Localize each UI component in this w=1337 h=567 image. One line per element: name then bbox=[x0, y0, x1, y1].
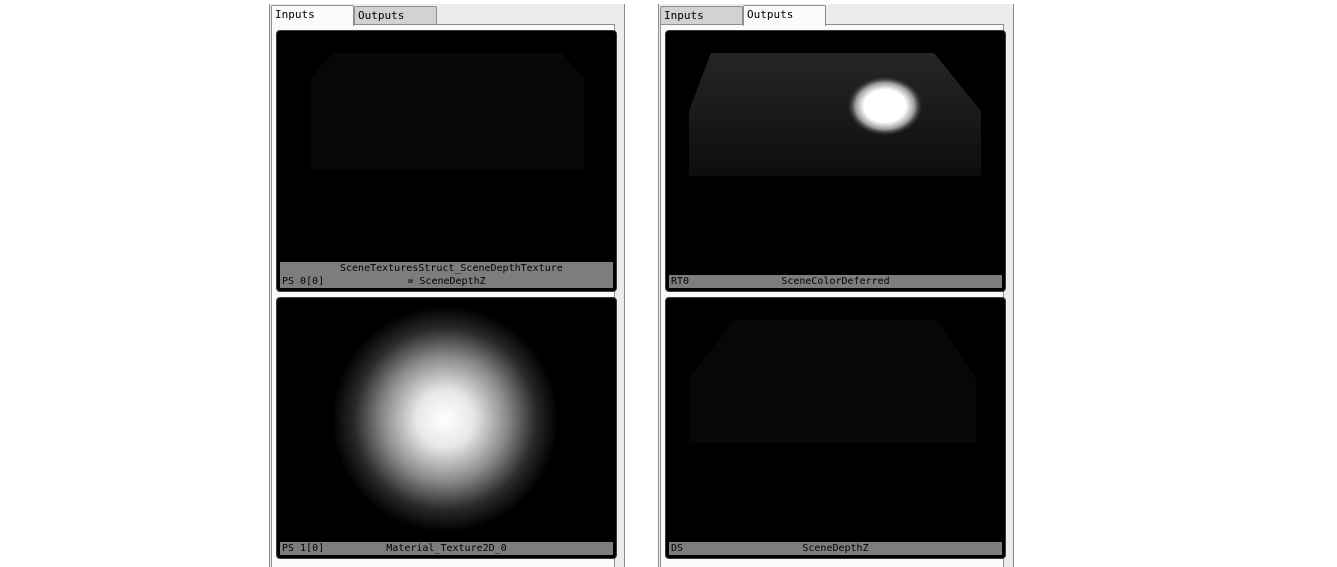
tab-outputs[interactable]: Outputs bbox=[743, 5, 826, 26]
tab-inputs[interactable]: Inputs bbox=[660, 6, 743, 25]
thumbnail-caption: PS 0[0] SceneTexturesStruct_SceneDepthTe… bbox=[280, 262, 613, 288]
gradient-preview-image bbox=[332, 306, 558, 532]
texture-thumbnail[interactable]: PS 0[0] SceneTexturesStruct_SceneDepthTe… bbox=[276, 30, 617, 292]
texture-thumbnail[interactable]: RT0 SceneColorDeferred bbox=[665, 30, 1006, 292]
thumbnail-caption: DS SceneDepthZ bbox=[669, 542, 1002, 555]
tab-outputs[interactable]: Outputs bbox=[354, 6, 437, 25]
scene-color-preview-image bbox=[689, 53, 981, 176]
thumbnail-caption: RT0 SceneColorDeferred bbox=[669, 275, 1002, 288]
texture-thumbnail[interactable]: PS 1[0] Material_Texture2D_0 bbox=[276, 297, 617, 559]
thumbnail-name: SceneColorDeferred bbox=[781, 276, 890, 287]
thumbnail-caption: PS 1[0] Material_Texture2D_0 bbox=[280, 542, 613, 555]
texture-thumbnail[interactable]: DS SceneDepthZ bbox=[665, 297, 1006, 559]
thumbnail-name: Material_Texture2D_0 bbox=[386, 543, 507, 554]
depth-preview-image bbox=[310, 53, 584, 169]
tab-inputs[interactable]: Inputs bbox=[271, 5, 354, 26]
inputs-panel: Inputs Outputs PS 0[0] SceneTexturesStru… bbox=[269, 4, 625, 567]
thumbnail-name: SceneDepthZ bbox=[802, 543, 869, 554]
thumbnail-slot: DS bbox=[671, 543, 684, 554]
tab-strip: Inputs Outputs bbox=[271, 5, 611, 26]
thumbnail-slot: PS 0[0] bbox=[282, 276, 325, 287]
thumbnail-slot: PS 1[0] bbox=[282, 543, 325, 554]
outputs-panel: Inputs Outputs RT0 SceneColorDeferred DS… bbox=[658, 4, 1014, 567]
thumbnail-slot: RT0 bbox=[671, 276, 690, 287]
tab-strip: Inputs Outputs bbox=[660, 5, 1000, 26]
thumbnail-name: SceneTexturesStruct_SceneDepthTexture = … bbox=[340, 263, 563, 287]
depth-preview-image bbox=[689, 320, 976, 443]
